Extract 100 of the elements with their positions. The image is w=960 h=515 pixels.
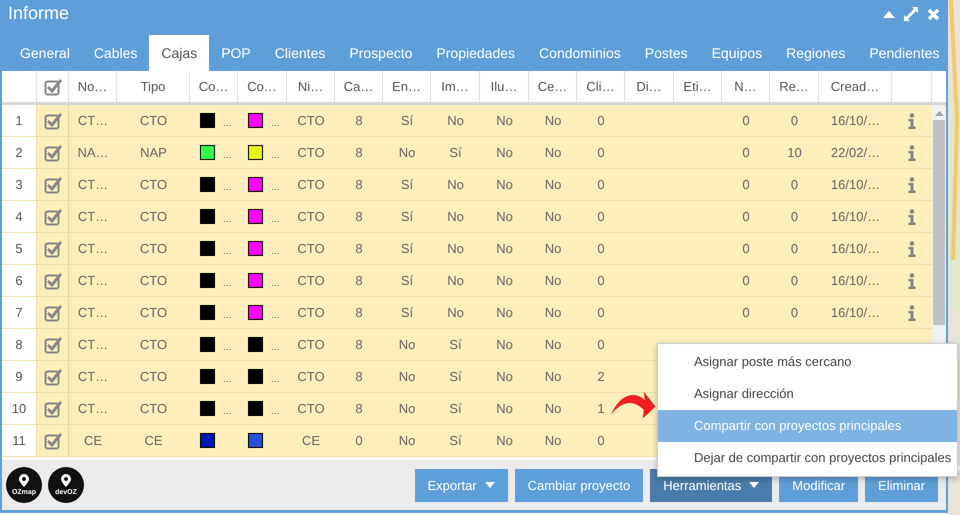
table-cell-text: CTO	[296, 112, 326, 130]
table-cell-text: 2	[596, 368, 606, 386]
table-cell-text: 0	[741, 208, 751, 226]
column-header[interactable]: Co…	[198, 79, 228, 94]
table-cell-text: CTO	[296, 400, 326, 418]
table-cell-text: CT…	[76, 400, 110, 418]
close-icon[interactable]	[927, 8, 940, 20]
ellipsis-text: …	[271, 150, 280, 160]
table-cell-text: No	[398, 432, 416, 450]
row-number: 1	[2, 105, 37, 136]
table-cell-text: 8	[354, 144, 364, 162]
row-number: 4	[2, 201, 37, 232]
table-cell-text: CE	[82, 432, 104, 450]
row-checkbox[interactable]	[44, 272, 62, 290]
column-header[interactable]: Ca…	[344, 79, 374, 94]
table-cell-text: CT…	[76, 272, 110, 290]
column-header[interactable]: Cli…	[586, 79, 615, 94]
table-cell-text: 8	[354, 240, 364, 258]
column-header[interactable]: N…	[734, 79, 757, 94]
table-cell-text: 0	[596, 304, 606, 322]
tab[interactable]: Cajas	[149, 35, 210, 71]
table-cell-text: 0	[596, 272, 606, 290]
table-cell-text: 8	[354, 272, 364, 290]
column-header[interactable]: Cread…	[830, 79, 880, 94]
info-icon[interactable]	[908, 144, 916, 160]
menu-item[interactable]: Asignar poste más cercano	[658, 346, 957, 378]
table-cell-text: 0	[596, 112, 606, 130]
row-checkbox[interactable]	[44, 112, 62, 130]
info-icon[interactable]	[908, 240, 916, 256]
table-cell-text: No	[495, 272, 514, 290]
table-cell-text: Sí	[448, 336, 463, 354]
scroll-up-icon[interactable]	[934, 110, 944, 116]
row-number: 6	[2, 265, 37, 296]
table-cell-text: CTO	[296, 240, 326, 258]
menu-item[interactable]: Asignar dirección	[658, 378, 957, 410]
column-header[interactable]: Tipo	[140, 79, 166, 94]
column-header[interactable]: No…	[78, 79, 108, 94]
column-header[interactable]: Co…	[247, 79, 277, 94]
ellipsis-text: …	[271, 374, 280, 384]
table-cell-text: 16/10/…	[830, 240, 882, 258]
table-cell-text: CT…	[76, 176, 110, 194]
row-checkbox[interactable]	[44, 400, 62, 418]
table-cell-text: No	[544, 304, 562, 322]
row-checkbox[interactable]	[44, 336, 62, 354]
table-cell-text: 0	[741, 304, 751, 322]
row-checkbox[interactable]	[44, 240, 62, 258]
ellipsis-text: …	[271, 278, 280, 288]
info-icon[interactable]	[908, 176, 916, 192]
table-cell-text: CTO	[296, 176, 326, 194]
row-number: 8	[2, 329, 37, 360]
table-cell-text: 16/10/…	[830, 112, 882, 130]
table-cell-text: CT…	[76, 368, 110, 386]
row-number: 2	[2, 137, 37, 168]
info-icon[interactable]	[908, 208, 916, 224]
table-cell-text: CT…	[76, 112, 110, 130]
table-cell-text: 8	[354, 336, 364, 354]
table-cell-text: Sí	[400, 208, 414, 226]
table-cell-text: No	[544, 144, 562, 162]
table-cell-text: CT…	[76, 208, 110, 226]
ellipsis-text: …	[271, 182, 280, 192]
table-cell-text: CTO	[296, 336, 326, 354]
table-cell-text: 0	[790, 112, 800, 130]
column-header[interactable]: Ce…	[538, 79, 568, 94]
collapse-icon[interactable]	[883, 10, 895, 18]
info-icon[interactable]	[908, 304, 916, 320]
window-title: Informe	[8, 3, 70, 24]
column-header[interactable]: Re…	[779, 79, 809, 94]
table-cell-text: NA…	[76, 144, 110, 162]
info-icon[interactable]	[908, 272, 916, 288]
table-cell-text: 8	[354, 208, 364, 226]
expand-icon[interactable]	[903, 6, 919, 22]
column-header[interactable]: Eti…	[683, 79, 712, 94]
table-cell-text: No	[544, 176, 562, 194]
column-header[interactable]: Ni…	[298, 79, 324, 94]
row-checkbox[interactable]	[44, 176, 62, 194]
table-cell-text: Sí	[448, 432, 463, 450]
column-header[interactable]: Di…	[636, 79, 662, 94]
ellipsis-text: …	[223, 214, 232, 224]
row-checkbox[interactable]	[44, 208, 62, 226]
row-number: 10	[2, 393, 37, 424]
ellipsis-text: …	[271, 118, 280, 128]
table-cell-text: No	[398, 400, 416, 418]
row-number: 3	[2, 169, 37, 200]
table-cell-text: CTO	[296, 144, 326, 162]
table-cell-text: 0	[741, 112, 751, 130]
row-checkbox[interactable]	[44, 432, 62, 450]
select-all-checkbox[interactable]	[44, 78, 62, 96]
table-cell-text: 16/10/…	[830, 304, 882, 322]
table-cell-text: 16/10/…	[830, 176, 882, 194]
column-header[interactable]: Im…	[441, 79, 469, 94]
row-checkbox[interactable]	[44, 304, 62, 322]
row-checkbox[interactable]	[44, 368, 62, 386]
table-cell-text: 0	[354, 432, 364, 450]
table-cell-text: Sí	[400, 272, 414, 290]
table-cell-text: No	[495, 112, 514, 130]
column-header[interactable]: Ilu…	[490, 79, 518, 94]
ellipsis-text: …	[223, 342, 232, 352]
info-icon[interactable]	[908, 112, 916, 128]
row-checkbox[interactable]	[44, 144, 62, 162]
column-header[interactable]: En…	[392, 79, 421, 94]
